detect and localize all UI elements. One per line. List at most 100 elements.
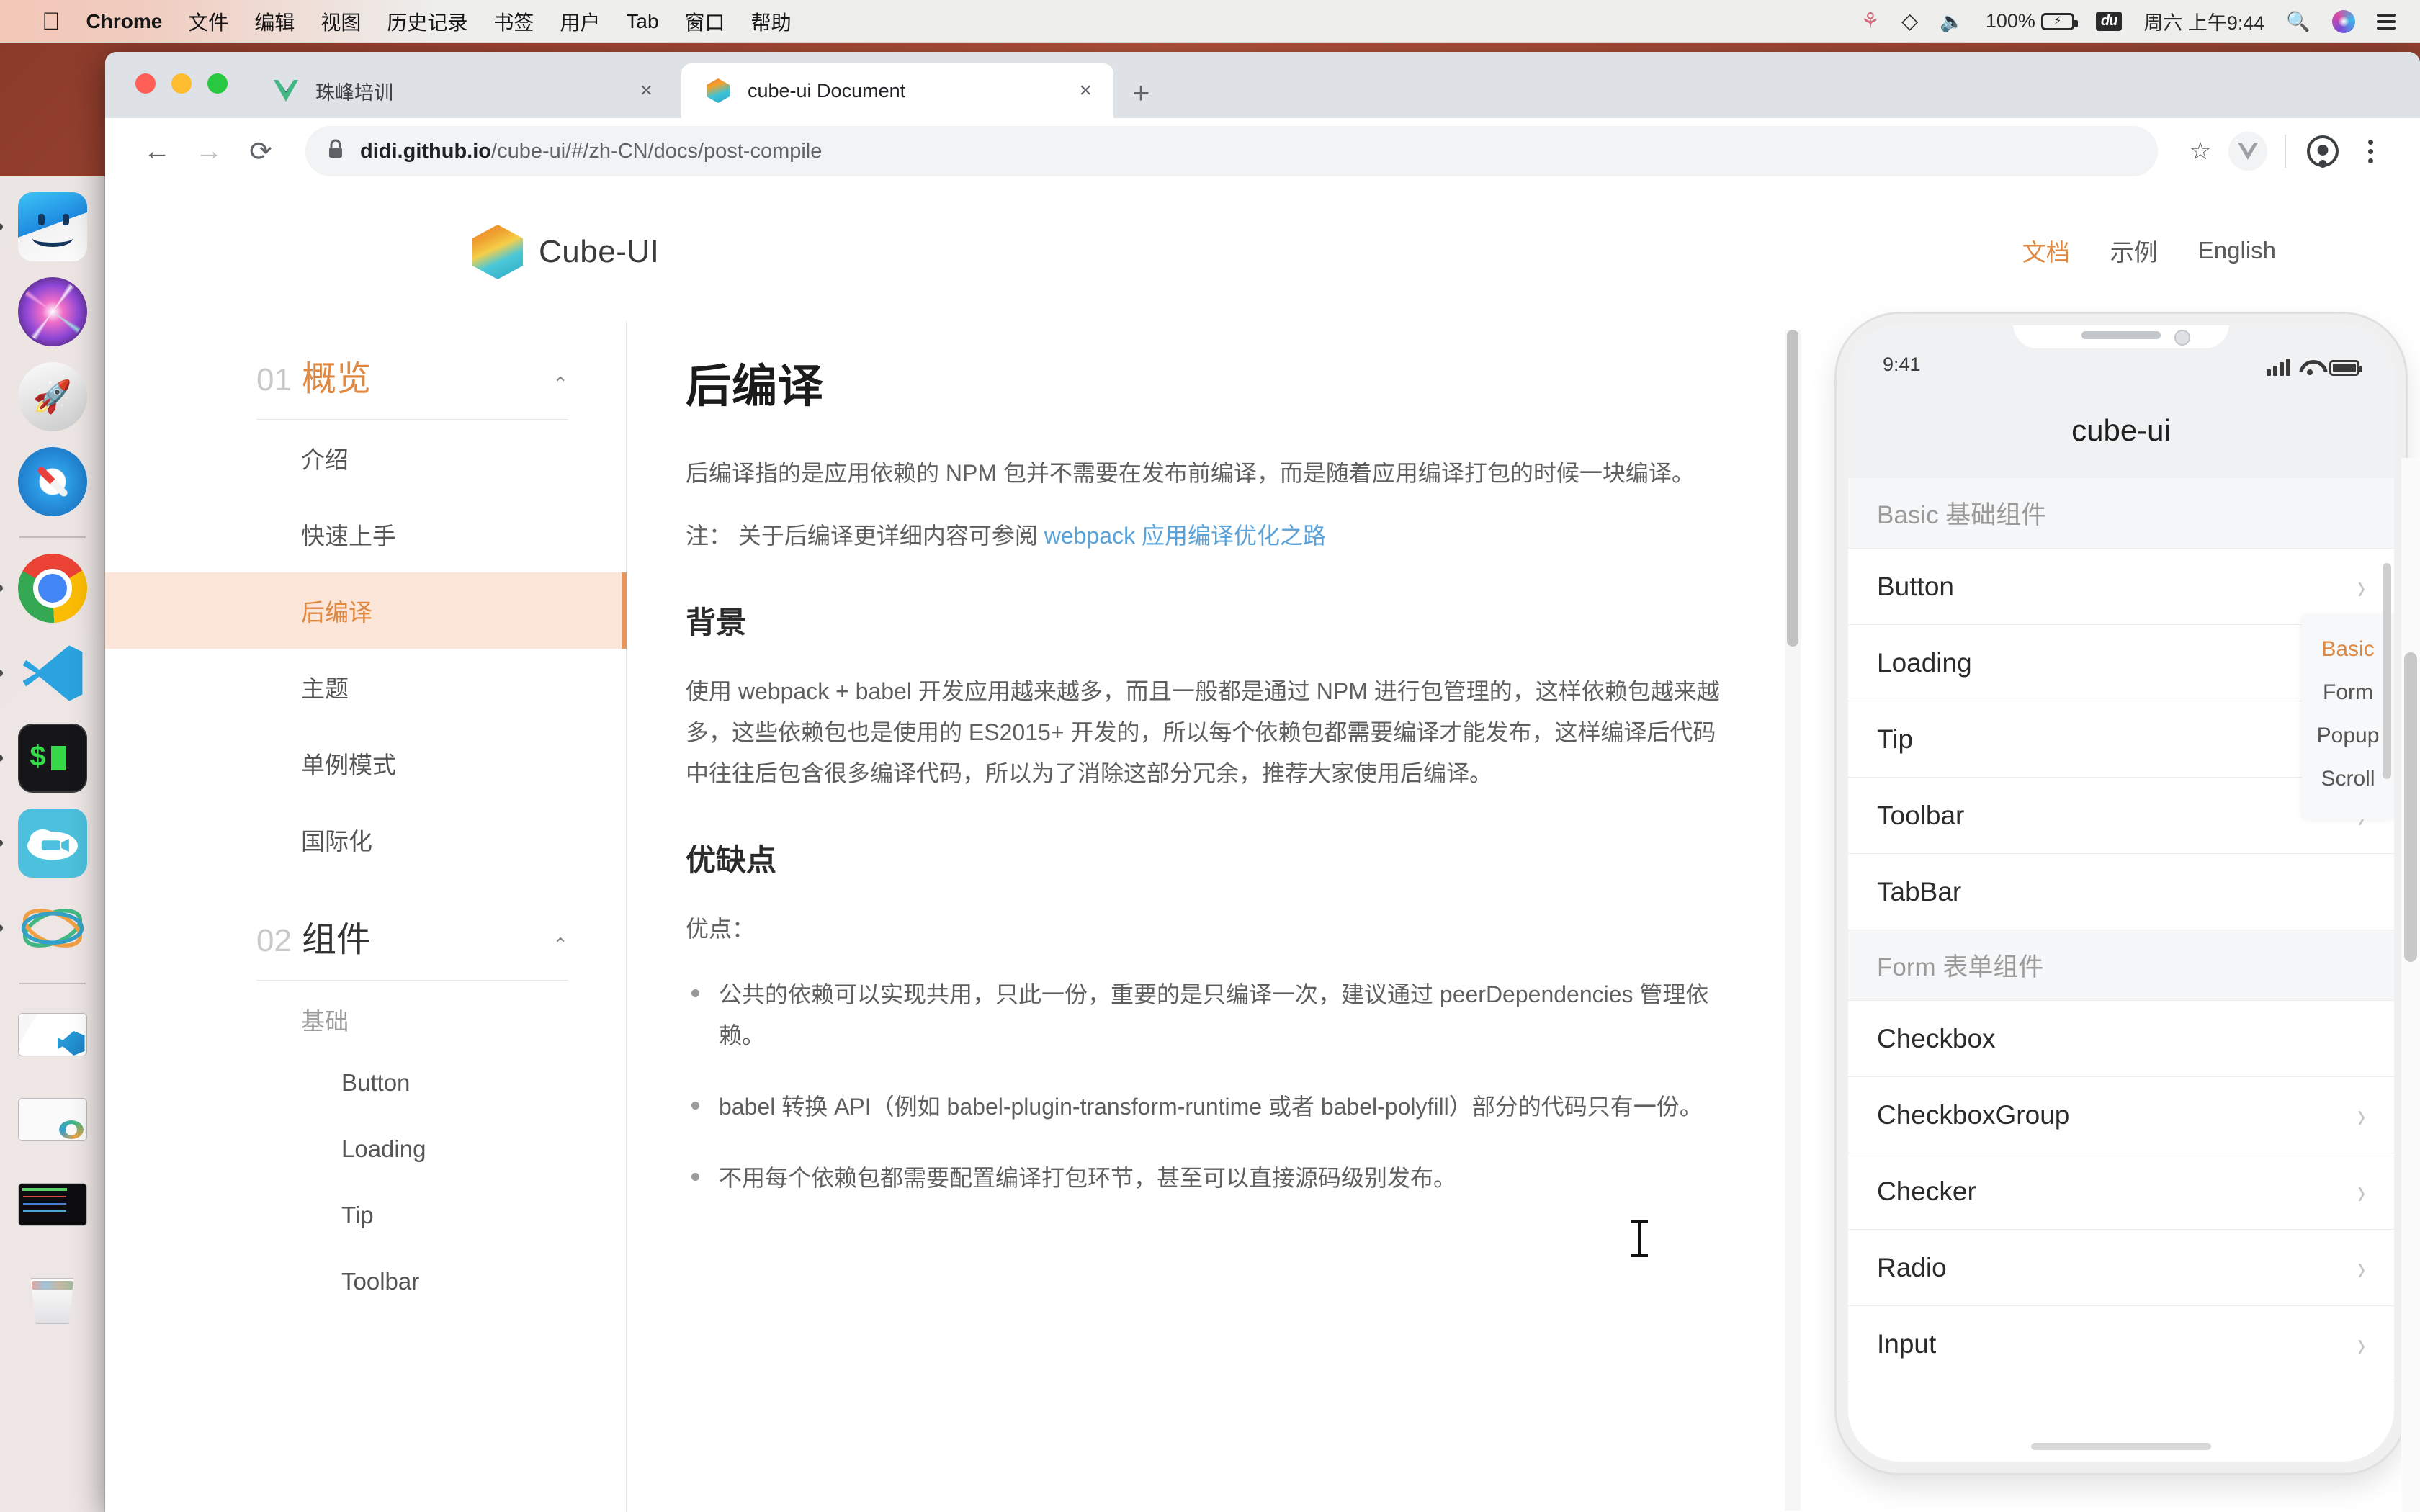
sidebar-item-quickstart[interactable]: 快速上手 [256, 496, 626, 572]
tab-cube-ui-document[interactable]: cube-ui Document × [681, 63, 1113, 118]
sidebar-item-loading[interactable]: Loading [256, 1116, 626, 1182]
new-tab-button[interactable]: + [1132, 78, 1150, 108]
nav-english[interactable]: English [2198, 237, 2276, 264]
spotlight-search-icon[interactable]: 🔍 [2286, 10, 2311, 33]
menu-item-chrome[interactable]: Chrome [86, 10, 163, 33]
toolbar-divider [2285, 135, 2286, 168]
list-item-checkboxgroup[interactable]: CheckboxGroup › [1848, 1077, 2394, 1153]
battery-status[interactable]: 100% ⚡ [1985, 10, 2078, 32]
dock-item-window-browser[interactable] [15, 1082, 90, 1157]
cube-ui-favicon-icon [706, 78, 730, 103]
sidebar-item-button[interactable]: Button [256, 1050, 626, 1116]
menu-item-help[interactable]: 帮助 [751, 7, 792, 36]
forward-button[interactable]: → [183, 125, 235, 177]
dock-item-window-terminal[interactable] [15, 1167, 90, 1242]
tab-close-button[interactable]: × [640, 80, 653, 102]
clock-datetime[interactable]: 周六 上午9:44 [2143, 7, 2264, 35]
webpack-article-link[interactable]: webpack 应用编译优化之路 [1044, 523, 1326, 549]
nav-docs[interactable]: 文档 [2022, 233, 2070, 268]
list-item-label: Loading [1877, 647, 1972, 678]
menu-item-window[interactable]: 窗口 [685, 7, 725, 36]
maximize-window-button[interactable] [207, 73, 228, 94]
page-scrollbar[interactable] [2401, 458, 2420, 1512]
menu-item-view[interactable]: 视图 [321, 7, 361, 36]
list-item-checker[interactable]: Checker › [1848, 1153, 2394, 1230]
list-item-label: Checkbox [1877, 1023, 1996, 1053]
dock-item-trash[interactable] [15, 1252, 90, 1327]
location-icon[interactable]: ◇ [1901, 9, 1918, 34]
list-item-label: Radio [1877, 1252, 1947, 1282]
profile-avatar-icon[interactable] [2299, 127, 2347, 175]
sidebar-item-singleton[interactable]: 单例模式 [256, 725, 626, 801]
nav-examples[interactable]: 示例 [2110, 233, 2158, 268]
dock-item-terminal[interactable]: $ [0, 721, 90, 796]
page-scrollbar-thumb[interactable] [2404, 652, 2417, 962]
dock-item-ev-app[interactable] [0, 891, 90, 966]
content-scrollbar[interactable] [1785, 330, 1801, 1511]
battery-icon: ⚡ [2040, 12, 2078, 30]
chevron-up-icon[interactable]: ⌃ [552, 374, 568, 393]
sidebar-item-intro[interactable]: 介绍 [256, 420, 626, 496]
volume-icon[interactable]: 🔈 [1940, 10, 1964, 33]
list-item-checkbox[interactable]: Checkbox [1848, 1001, 2394, 1077]
chevron-up-icon[interactable]: ⌃ [552, 935, 568, 954]
tab-title: cube-ui Document [748, 79, 906, 102]
battery-percent: 100% [1985, 10, 2035, 32]
dock-item-window-vscode[interactable] [15, 997, 90, 1072]
list-item-input[interactable]: Input › [1848, 1306, 2394, 1382]
menu-item-people[interactable]: 用户 [560, 7, 600, 36]
sidebar-section-components-header[interactable]: 02 组件 ⌃ [256, 911, 626, 961]
tab-zhufeng[interactable]: 珠峰培训 × [249, 63, 674, 118]
macos-dock: 🚀 $ [0, 176, 105, 1512]
bookmark-star-icon[interactable]: ☆ [2177, 127, 2224, 175]
apple-menu-icon[interactable]:  [42, 9, 60, 34]
index-item-basic[interactable]: Basic [2302, 628, 2394, 671]
chrome-browser-window: 珠峰培训 × cube-ui Document × + ← → ⟳ didi.g… [105, 52, 2420, 1512]
dock-item-live-app[interactable] [0, 806, 90, 881]
vue-devtools-extension-icon[interactable] [2224, 127, 2272, 175]
sidebar-section-overview-header[interactable]: 01 概览 ⌃ [256, 350, 626, 400]
sidebar-item-toolbar[interactable]: Toolbar [256, 1248, 626, 1315]
minimize-window-button[interactable] [171, 73, 192, 94]
sidebar-item-post-compile[interactable]: 后编译 [105, 572, 627, 649]
dock-item-safari[interactable] [15, 444, 90, 519]
screencapture-icon[interactable]: ⚘ [1860, 9, 1880, 34]
chrome-menu-kebab-icon[interactable] [2347, 127, 2394, 175]
phone-list-scrollbar[interactable] [2383, 563, 2391, 779]
back-button[interactable]: ← [131, 125, 183, 177]
du-badge-icon[interactable]: du [2095, 12, 2123, 31]
sidebar-item-i18n[interactable]: 国际化 [256, 801, 626, 878]
list-group-header-form: Form 表单组件 [1848, 930, 2394, 1001]
dock-item-siri[interactable] [15, 274, 90, 349]
list-item-tabbar[interactable]: TabBar [1848, 854, 2394, 930]
dock-item-launchpad[interactable]: 🚀 [15, 359, 90, 434]
siri-icon[interactable] [2332, 9, 2355, 33]
sidebar-item-tip[interactable]: Tip [256, 1182, 626, 1248]
dock-item-vscode[interactable] [0, 636, 90, 711]
dock-item-chrome[interactable] [0, 551, 90, 626]
site-logo[interactable]: Cube-UI [472, 225, 659, 279]
close-window-button[interactable] [135, 73, 156, 94]
content-scrollbar-thumb[interactable] [1787, 330, 1798, 647]
list-item-radio[interactable]: Radio › [1848, 1230, 2394, 1306]
section-title: 概览 [301, 360, 371, 398]
menu-item-file[interactable]: 文件 [188, 7, 228, 36]
control-center-icon[interactable] [2377, 13, 2396, 30]
index-item-form[interactable]: Form [2302, 671, 2394, 714]
phone-status-time: 9:41 [1883, 354, 1921, 375]
sidebar-item-theme[interactable]: 主题 [256, 649, 626, 725]
tab-close-button[interactable]: × [1079, 80, 1092, 102]
menu-item-history[interactable]: 历史记录 [387, 7, 467, 36]
menu-item-edit[interactable]: 编辑 [254, 7, 295, 36]
reload-button[interactable]: ⟳ [235, 125, 287, 177]
index-item-popup[interactable]: Popup [2302, 714, 2394, 757]
menu-item-bookmarks[interactable]: 书签 [493, 7, 534, 36]
menu-item-tab[interactable]: Tab [626, 10, 658, 33]
index-item-scroll[interactable]: Scroll [2302, 757, 2394, 801]
dock-item-finder[interactable] [0, 189, 90, 264]
phone-preview-area: 9:41 cube-ui Basic 基础组件 Button › Loading… [1801, 314, 2420, 1512]
address-bar[interactable]: didi.github.io/cube-ui/#/zh-CN/docs/post… [305, 126, 2158, 176]
site-top-nav: 文档 示例 English [2022, 233, 2276, 268]
phone-index-nav[interactable]: Basic Form Popup Scroll [2302, 613, 2394, 819]
chevron-right-icon: › [2357, 1095, 2365, 1135]
